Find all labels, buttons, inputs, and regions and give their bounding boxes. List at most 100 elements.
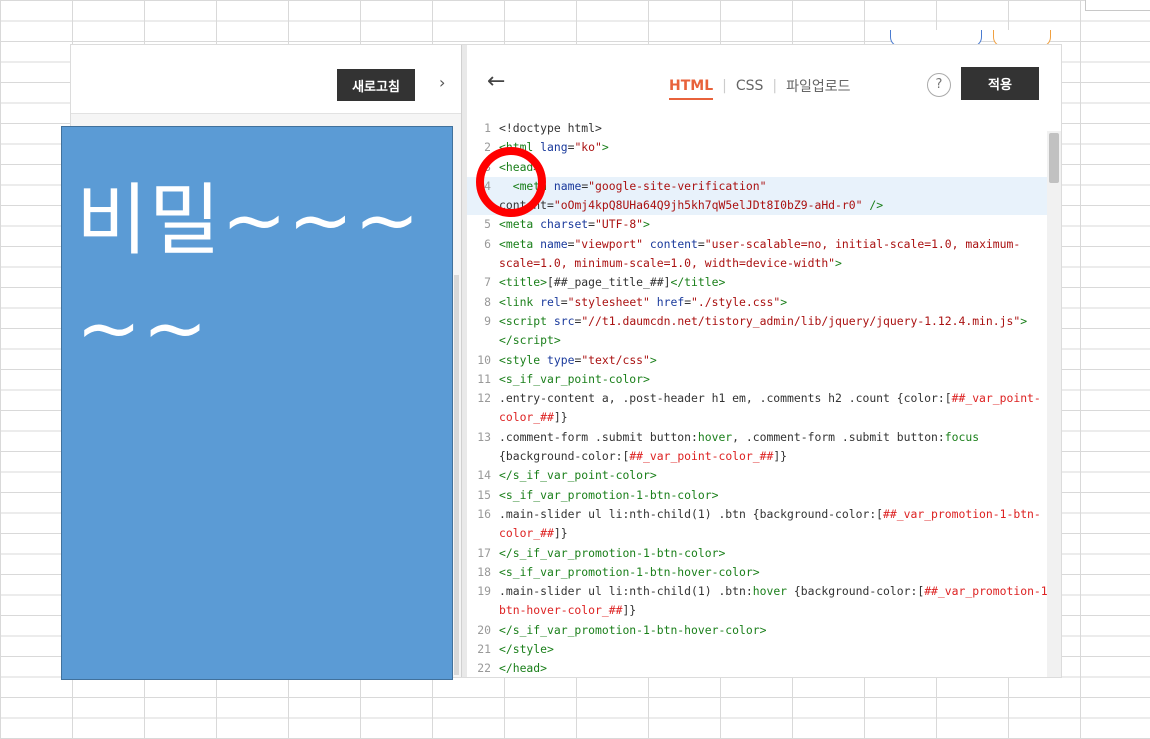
help-icon[interactable]: ? [927,73,951,97]
overlay-text-line1: 비밀~~~ [76,176,421,266]
code-text[interactable]: content="oOmj4kpQ8UHa64Q9jh5kh7qW5elJDt8… [495,196,1061,215]
line-number: 10 [477,352,491,367]
code-pane: ← HTML | CSS | 파일업로드 ? 적용 1 <!doctype htm… [467,45,1061,677]
line-number: 13 [477,429,491,444]
line-number: 5 [484,217,491,232]
code-line[interactable]: 13 .comment-form .submit button:hover, .c… [467,428,1061,447]
editor-toolbar: ← HTML | CSS | 파일업로드 ? 적용 [467,45,1061,116]
code-text[interactable]: <style type="text/css"> [495,351,1061,370]
preview-scrollbar[interactable] [454,275,459,675]
tab-separator: | [722,78,727,94]
code-text[interactable]: <link rel="stylesheet" href="./style.css… [495,293,1061,312]
back-arrow-icon[interactable]: ← [487,69,505,94]
code-text[interactable]: .comment-form .submit button:hover, .com… [495,428,1061,447]
window-corner [1085,0,1150,11]
apply-button[interactable]: 적용 [961,67,1039,100]
code-line[interactable]: 17 </s_if_var_promotion-1-btn-color> [467,544,1061,563]
tab-file-upload[interactable]: 파일업로드 [786,76,850,96]
code-text[interactable]: </style> [495,640,1061,659]
code-text[interactable]: <meta charset="UTF-8"> [495,215,1061,234]
code-text[interactable]: </s_if_var_promotion-1-btn-color> [495,544,1061,563]
code-line[interactable]: 4 <meta name="google-site-verification" [467,176,1061,197]
code-line[interactable]: 16 .main-slider ul li:nth-child(1) .btn {… [467,505,1061,524]
line-number: 11 [477,371,491,386]
line-number: 8 [484,294,491,309]
code-line[interactable]: 10 <style type="text/css"> [467,351,1061,370]
tab-separator: | [772,78,778,94]
code-text[interactable]: <s_if_var_promotion-1-btn-hover-color> [495,563,1061,582]
code-text[interactable]: scale=1.0, minimum-scale=1.0, width=devi… [495,254,1061,273]
code-line[interactable]: 5 <meta charset="UTF-8"> [467,215,1061,234]
line-number: 16 [477,506,491,521]
code-text[interactable]: .main-slider ul li:nth-child(1) .btn:hov… [495,582,1061,601]
code-line[interactable]: 7 <title>[##_page_title_##]</title> [467,273,1061,292]
preview-toolbar: 새로고침 › [71,45,461,114]
code-line[interactable]: 21 </style> [467,640,1061,659]
code-line[interactable]: btn-hover-color_##]} [467,601,1061,620]
code-line[interactable]: scale=1.0, minimum-scale=1.0, width=devi… [467,254,1061,273]
code-line[interactable]: content="oOmj4kpQ8UHa64Q9jh5kh7qW5elJDt8… [467,196,1061,216]
code-line[interactable]: 14 </s_if_var_point-color> [467,466,1061,485]
line-number [467,447,495,466]
code-line[interactable]: 18 <s_if_var_promotion-1-btn-hover-color> [467,563,1061,582]
refresh-button[interactable]: 새로고침 [337,69,415,101]
code-line[interactable]: 12 .entry-content a, .post-header h1 em, … [467,389,1061,408]
line-number: 9 [484,313,491,328]
code-text[interactable]: .main-slider ul li:nth-child(1) .btn {ba… [495,505,1061,524]
code-line[interactable]: 22 </head> [467,659,1061,677]
code-text[interactable]: .entry-content a, .post-header h1 em, .c… [495,389,1061,408]
overlay-blue-box: 비밀~~~ ~~ [61,126,453,680]
code-text[interactable]: <s_if_var_promotion-1-btn-color> [495,486,1061,505]
code-text[interactable]: </s_if_var_point-color> [495,466,1061,485]
code-line[interactable]: 8 <link rel="stylesheet" href="./style.cs… [467,293,1061,312]
code-line[interactable]: </script> [467,331,1061,350]
code-line[interactable]: {background-color:[##_var_point-color_##… [467,447,1061,466]
editor-tabs: HTML | CSS | 파일업로드 [669,76,851,100]
code-text[interactable]: <title>[##_page_title_##]</title> [495,273,1061,292]
code-scrollbar[interactable] [1047,131,1061,677]
code-text[interactable]: <html lang="ko"> [495,138,1061,157]
code-text[interactable]: btn-hover-color_##]} [495,601,1061,620]
line-number: 7 [484,275,491,290]
code-line[interactable]: 9 <script src="//t1.daumcdn.net/tistory_a… [467,312,1061,331]
code-line[interactable]: color_##]} [467,408,1061,427]
line-number [467,524,495,543]
line-number [467,408,495,427]
code-text[interactable]: color_##]} [495,408,1061,427]
line-number: 17 [477,545,491,560]
tab-css[interactable]: CSS [736,78,764,94]
line-number: 19 [477,584,491,599]
collapse-icon[interactable]: › [439,73,445,92]
code-editor[interactable]: 1 <!doctype html> 2 <html lang="ko"> 3 <head>… [467,115,1061,677]
scroll-thumb[interactable] [1049,133,1059,183]
code-text[interactable]: {background-color:[##_var_point-color_##… [495,447,1061,466]
code-text[interactable]: color_##]} [495,524,1061,543]
code-text[interactable]: <head> [495,158,1061,177]
code-text[interactable]: <s_if_var_point-color> [495,370,1061,389]
code-line[interactable]: 3 <head> [467,158,1061,177]
line-number: 15 [477,487,491,502]
code-line[interactable]: color_##]} [467,524,1061,543]
code-line[interactable]: 20 </s_if_var_promotion-1-btn-hover-color… [467,621,1061,640]
overlay-text: 비밀~~~ ~~ [76,167,421,383]
overlay-text-line2: ~~ [76,284,209,374]
code-text[interactable]: <script src="//t1.daumcdn.net/tistory_ad… [495,312,1061,331]
tab-html[interactable]: HTML [669,78,714,100]
code-text[interactable]: <!doctype html> [495,119,1061,138]
code-line[interactable]: 19 .main-slider ul li:nth-child(1) .btn:h… [467,582,1061,601]
code-line[interactable]: 11 <s_if_var_point-color> [467,370,1061,389]
code-line[interactable]: 1 <!doctype html> [467,119,1061,138]
line-number [467,601,495,620]
line-number: 18 [477,564,491,579]
line-number: 6 [484,236,491,251]
code-text[interactable]: </script> [495,331,1061,350]
line-number: 1 [484,121,491,135]
code-line[interactable]: 6 <meta name="viewport" content="user-sca… [467,235,1061,254]
code-text[interactable]: <meta name="viewport" content="user-scal… [495,235,1061,254]
code-line[interactable]: 2 <html lang="ko"> [467,138,1061,157]
code-text[interactable]: </head> [495,659,1061,677]
code-text[interactable]: <meta name="google-site-verification" [495,177,1061,196]
code-line[interactable]: 15 <s_if_var_promotion-1-btn-color> [467,486,1061,505]
code-text[interactable]: </s_if_var_promotion-1-btn-hover-color> [495,621,1061,640]
annotation-red-circle [476,147,546,217]
